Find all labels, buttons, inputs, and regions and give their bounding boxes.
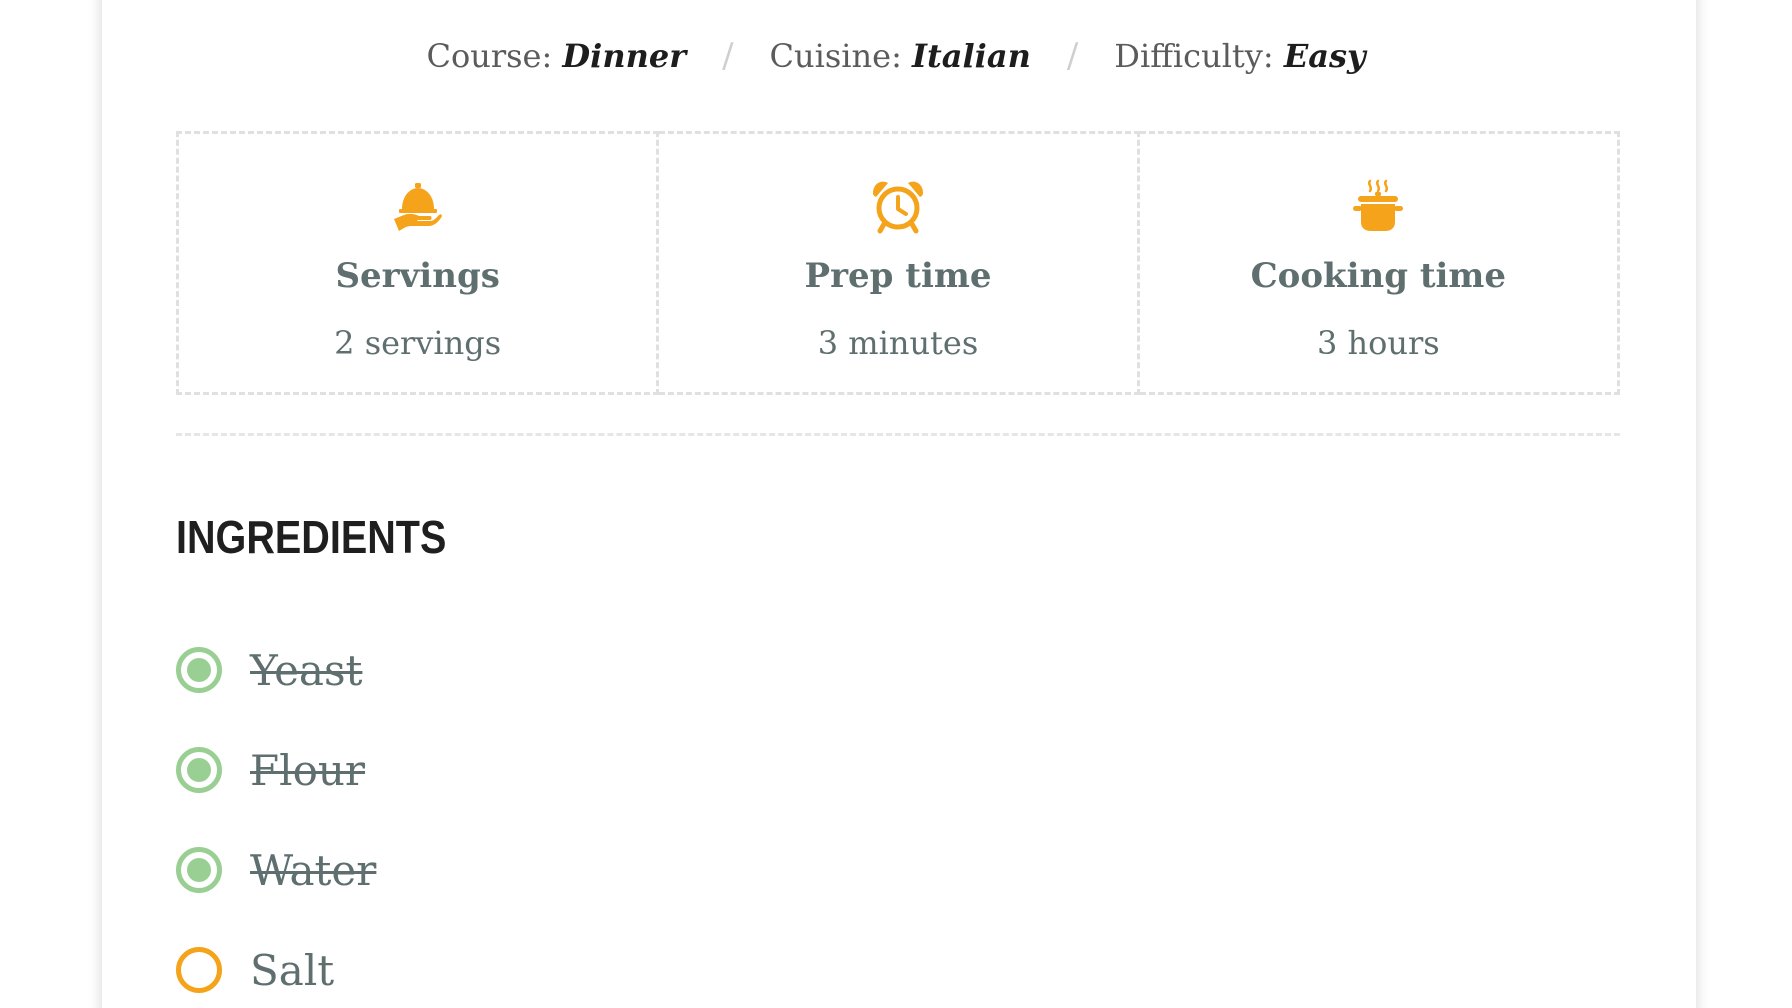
- ingredient-name: Salt: [250, 945, 335, 995]
- recipe-stats: Servings 2 servings Prep time 3 minutes …: [176, 131, 1620, 395]
- stat-prep-time: Prep time 3 minutes: [659, 131, 1140, 395]
- stat-value: 3 minutes: [817, 324, 979, 362]
- ingredient-item[interactable]: Water: [176, 820, 376, 920]
- meta-separator: /: [722, 35, 734, 76]
- stat-label: Servings: [335, 256, 500, 296]
- ingredient-item[interactable]: Salt: [176, 920, 376, 1008]
- stat-label: Cooking time: [1250, 256, 1507, 296]
- difficulty-value: Easy: [1283, 36, 1366, 75]
- course-value: Dinner: [562, 36, 687, 75]
- ingredients-list: Yeast Flour Water Salt: [176, 620, 376, 1008]
- stat-value: 2 servings: [334, 324, 502, 362]
- cuisine-meta: Cuisine: Italian: [769, 36, 1031, 75]
- recipe-meta: Course: Dinner / Cuisine: Italian / Difficul…: [0, 34, 1792, 76]
- ingredient-checkbox[interactable]: [176, 747, 222, 793]
- section-divider: [176, 433, 1620, 436]
- ingredient-name: Flour: [250, 745, 365, 795]
- stat-value: 3 hours: [1316, 324, 1440, 362]
- ingredient-item[interactable]: Yeast: [176, 620, 376, 720]
- stat-servings: Servings 2 servings: [176, 131, 660, 395]
- cooking-pot-icon: [1353, 179, 1404, 231]
- course-meta: Course: Dinner: [426, 36, 687, 75]
- cuisine-value: Italian: [912, 36, 1031, 75]
- ingredients-heading: INGREDIENTS: [176, 511, 447, 563]
- ingredient-item[interactable]: Flour: [176, 720, 376, 820]
- stat-cooking-time: Cooking time 3 hours: [1139, 131, 1620, 395]
- alarm-clock-icon: [872, 181, 923, 234]
- ingredient-checkbox[interactable]: [176, 647, 222, 693]
- difficulty-meta: Difficulty: Easy: [1114, 36, 1366, 75]
- ingredient-checkbox[interactable]: [176, 847, 222, 893]
- stat-label: Prep time: [804, 256, 992, 296]
- ingredient-name: Water: [250, 845, 377, 895]
- meta-separator: /: [1066, 35, 1079, 76]
- ingredient-name: Yeast: [250, 645, 363, 695]
- serving-cloche-icon: [393, 183, 442, 231]
- ingredient-checkbox[interactable]: [176, 947, 222, 993]
